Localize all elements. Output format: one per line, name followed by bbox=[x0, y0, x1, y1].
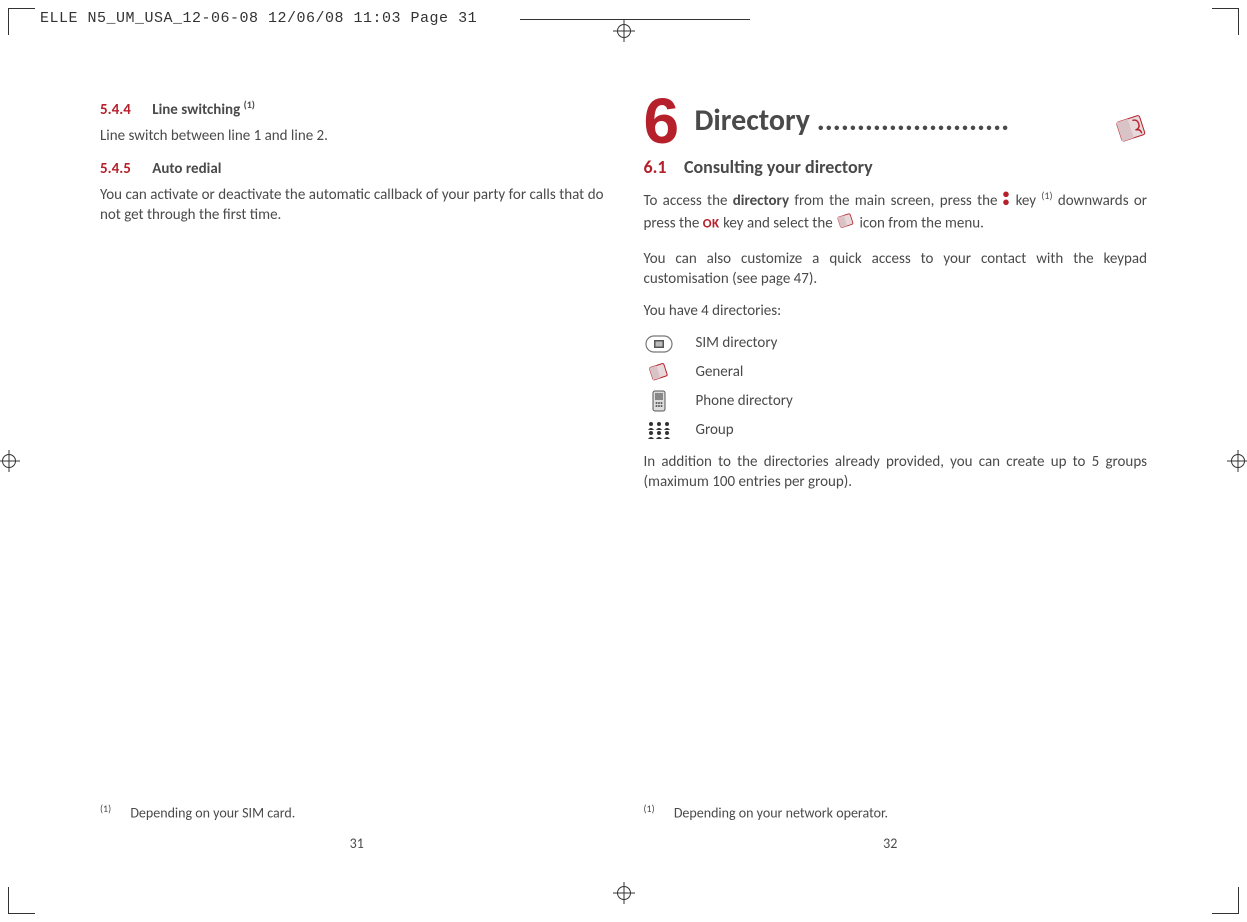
section-title: Line switching (1) bbox=[152, 101, 255, 119]
section-title-text: Line switching bbox=[152, 101, 240, 119]
crop-mark bbox=[8, 887, 35, 914]
body-text: To access the directory from the main sc… bbox=[644, 189, 1148, 236]
page-left: 5.4.4 Line switching (1) Line switch bet… bbox=[90, 80, 624, 862]
section-number: 5.4.5 bbox=[100, 160, 131, 178]
list-item: SIM directory bbox=[644, 333, 1148, 353]
footnote-ref: (1) bbox=[244, 98, 255, 111]
footnote-text: Depending on your SIM card. bbox=[130, 805, 295, 822]
t: To access the bbox=[644, 192, 733, 210]
footnote-marker: (1) bbox=[100, 802, 111, 815]
t-bold: directory bbox=[733, 192, 789, 210]
footnote-ref: (1) bbox=[1041, 189, 1052, 202]
nav-key-icon: •• bbox=[1003, 191, 1010, 212]
sim-card-icon bbox=[644, 335, 674, 353]
heading-61: 6.1 Consulting your directory bbox=[644, 155, 1148, 179]
crop-mark bbox=[8, 8, 35, 35]
body-text: In addition to the directories already p… bbox=[644, 452, 1148, 493]
directory-book-icon bbox=[1113, 112, 1151, 152]
registration-mark-icon bbox=[613, 20, 635, 42]
page-right: 6 Directory ........................ 6.1… bbox=[624, 80, 1158, 862]
list-item-label: General bbox=[696, 362, 744, 382]
directory-list: SIM directory General bbox=[644, 333, 1148, 440]
t: key bbox=[1016, 192, 1042, 210]
list-item: Group bbox=[644, 420, 1148, 440]
chapter-title: Directory ........................ bbox=[695, 101, 1010, 142]
footnote-text: Depending on your network operator. bbox=[674, 805, 888, 822]
phone-icon bbox=[644, 390, 674, 412]
crop-mark bbox=[1212, 8, 1239, 35]
crop-mark bbox=[1212, 887, 1239, 914]
list-item: Phone directory bbox=[644, 390, 1148, 412]
page-spread: 5.4.4 Line switching (1) Line switch bet… bbox=[90, 80, 1157, 862]
heading-545: 5.4.5 Auto redial bbox=[100, 159, 604, 179]
t: icon from the menu. bbox=[859, 215, 983, 233]
body-text: You have 4 directories: bbox=[644, 301, 1148, 321]
directory-book-icon bbox=[836, 212, 856, 236]
registration-mark-icon bbox=[1227, 450, 1247, 472]
section-title: Consulting your directory bbox=[684, 156, 873, 178]
footnote-right: (1) Depending on your network operator. bbox=[644, 802, 1148, 824]
section-number: 5.4.4 bbox=[100, 101, 131, 119]
t: from the main screen, press the bbox=[794, 192, 1002, 210]
chapter-heading: 6 Directory ........................ bbox=[644, 96, 1148, 147]
body-text: You can also customize a quick access to… bbox=[644, 249, 1148, 290]
list-item: General bbox=[644, 362, 1148, 382]
slug-rule bbox=[520, 19, 750, 20]
section-title: Auto redial bbox=[152, 160, 221, 178]
page-number-right: 32 bbox=[624, 835, 1158, 854]
footnote-marker: (1) bbox=[644, 802, 655, 815]
directory-book-icon bbox=[644, 362, 674, 382]
list-item-label: SIM directory bbox=[696, 333, 778, 353]
heading-544: 5.4.4 Line switching (1) bbox=[100, 98, 604, 120]
body-text: Line switch between line 1 and line 2. bbox=[100, 126, 604, 146]
list-item-label: Group bbox=[696, 420, 734, 440]
footnote-left: (1) Depending on your SIM card. bbox=[100, 802, 604, 824]
chapter-number: 6 bbox=[644, 96, 680, 147]
slug-line-text: ELLE N5_UM_USA_12-06-08 12/06/08 11:03 P… bbox=[40, 10, 477, 27]
t: key and select the bbox=[723, 215, 836, 233]
registration-mark-icon bbox=[613, 882, 635, 904]
section-number: 6.1 bbox=[644, 156, 667, 178]
registration-mark-icon bbox=[0, 450, 20, 472]
list-item-label: Phone directory bbox=[696, 391, 793, 411]
group-icon bbox=[644, 420, 674, 440]
page-number-left: 31 bbox=[90, 835, 624, 854]
ok-key-label: OK bbox=[703, 217, 720, 232]
body-text: You can activate or deactivate the autom… bbox=[100, 185, 604, 226]
